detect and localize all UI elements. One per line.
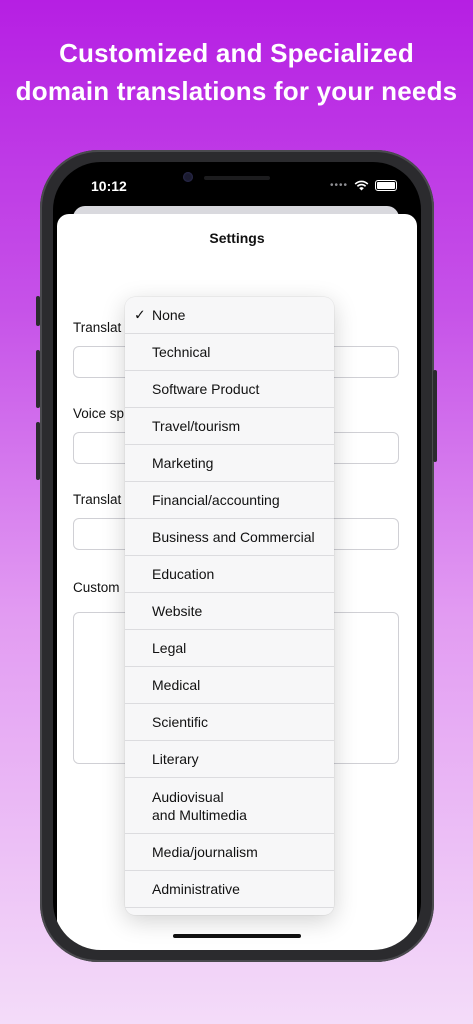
- battery-icon: [375, 180, 397, 191]
- menu-item-business-commercial[interactable]: Business and Commercial: [125, 519, 334, 556]
- menu-item-marketing[interactable]: Marketing: [125, 445, 334, 482]
- menu-item-travel-tourism[interactable]: Travel/tourism: [125, 408, 334, 445]
- menu-item-medical[interactable]: Medical: [125, 667, 334, 704]
- wifi-icon: [354, 180, 369, 191]
- translation-domain-label: Translat: [73, 320, 122, 335]
- phone-action-button: [36, 296, 40, 326]
- home-indicator: [173, 934, 301, 938]
- menu-item-education[interactable]: Education: [125, 556, 334, 593]
- menu-item-legal[interactable]: Legal: [125, 630, 334, 667]
- menu-item-website[interactable]: Website: [125, 593, 334, 630]
- front-camera: [183, 172, 193, 182]
- menu-item-scientific[interactable]: Scientific: [125, 704, 334, 741]
- phone-volume-down-button: [36, 422, 40, 480]
- cellular-dots-icon: ••••: [329, 180, 348, 191]
- menu-item-administrative[interactable]: Administrative: [125, 871, 334, 908]
- menu-item-financial-accounting[interactable]: Financial/accounting: [125, 482, 334, 519]
- translation-setting-label: Translat: [73, 492, 122, 507]
- speaker-grille: [204, 176, 270, 180]
- checkmark-icon: ✓: [134, 306, 146, 323]
- promo-headline: Customized and Specialized domain transl…: [0, 34, 473, 110]
- phone-power-button: [433, 370, 437, 462]
- menu-item-technical[interactable]: Technical: [125, 334, 334, 371]
- headline-line-2: domain translations for your needs: [15, 76, 458, 106]
- menu-item-audiovisual-multimedia[interactable]: Audiovisual and Multimedia: [125, 778, 334, 834]
- domain-dropdown-menu: ✓ None Technical Software Product Travel…: [125, 297, 334, 915]
- status-time: 10:12: [91, 178, 127, 194]
- voice-speed-label: Voice sp: [73, 406, 125, 421]
- menu-item-none[interactable]: ✓ None: [125, 297, 334, 334]
- status-icons: ••••: [330, 180, 397, 191]
- phone-volume-up-button: [36, 350, 40, 408]
- menu-item-software-product[interactable]: Software Product: [125, 371, 334, 408]
- custom-label: Custom: [73, 580, 120, 595]
- sheet-title: Settings: [209, 230, 265, 246]
- menu-item-media-journalism[interactable]: Media/journalism: [125, 834, 334, 871]
- menu-item-literary[interactable]: Literary: [125, 741, 334, 778]
- headline-line-1: Customized and Specialized: [59, 38, 414, 68]
